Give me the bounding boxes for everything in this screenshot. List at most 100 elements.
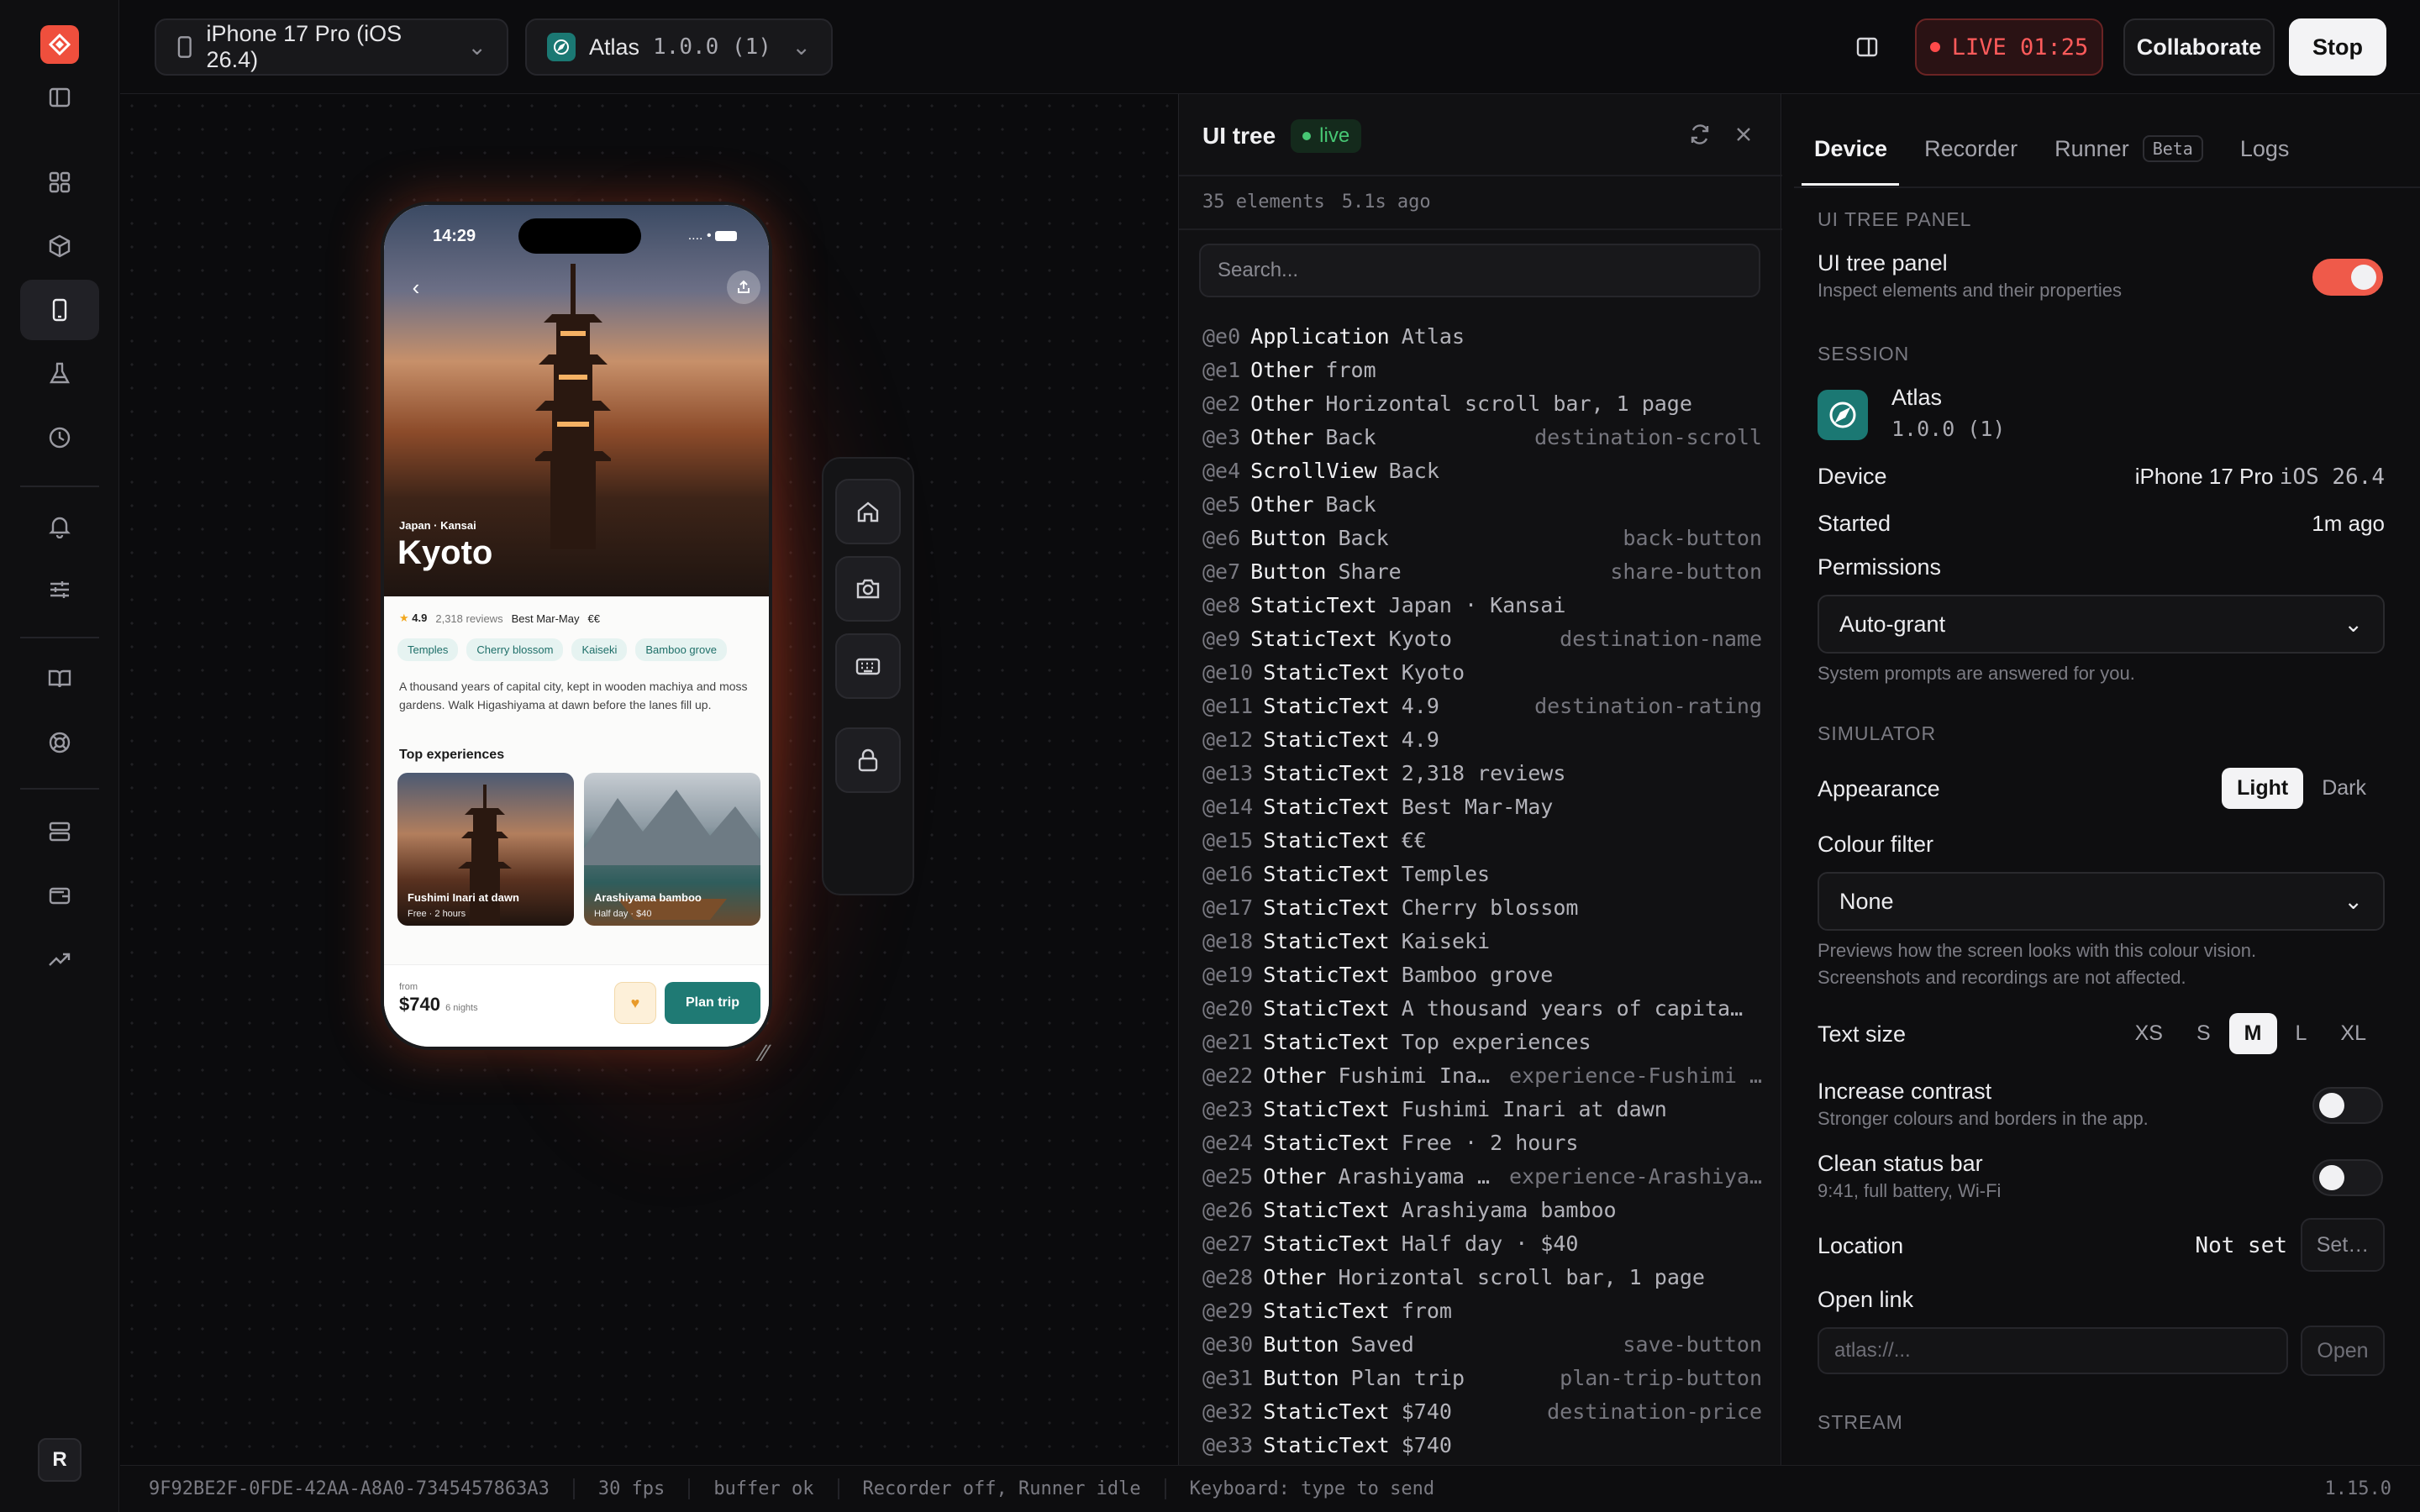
- tab-device[interactable]: Device: [1814, 136, 1887, 162]
- ui-tree-row[interactable]: @e13 StaticText 2,318 reviews: [1202, 756, 1762, 790]
- destination-name: Kyoto: [397, 534, 493, 571]
- ui-tree-row[interactable]: @e21 StaticText Top experiences: [1202, 1025, 1762, 1058]
- ui-tree-row[interactable]: @e22 Other Fushimi Inar… experience-Fushimi…: [1202, 1058, 1762, 1092]
- home-button[interactable]: [835, 479, 901, 544]
- device-dropdown[interactable]: iPhone 17 Pro (iOS 26.4) ⌄: [155, 18, 508, 76]
- ui-tree-row[interactable]: @e11 StaticText 4.9 destination-rating: [1202, 689, 1762, 722]
- tab-logs[interactable]: Logs: [2240, 136, 2290, 162]
- app-dropdown[interactable]: Atlas 1.0.0 (1) ⌄: [525, 18, 833, 76]
- wallet-icon[interactable]: [20, 865, 99, 926]
- ui-tree-row[interactable]: @e31 Button Plan trip plan-trip-button: [1202, 1361, 1762, 1394]
- ui-tree-row[interactable]: @e15 StaticText €€: [1202, 823, 1762, 857]
- ui-tree-row[interactable]: @e19 StaticText Bamboo grove: [1202, 958, 1762, 991]
- app-logo[interactable]: [40, 25, 79, 64]
- ui-tree-row[interactable]: @e8 StaticText Japan · Kansai: [1202, 588, 1762, 622]
- experience-card[interactable]: Fushimi Inari at dawn Free · 2 hours: [397, 773, 574, 926]
- stop-button[interactable]: Stop: [2289, 18, 2386, 76]
- ui-tree-row[interactable]: @e2 Other Horizontal scroll bar, 1 page: [1202, 386, 1762, 420]
- ui-tree-row[interactable]: @e6 Button Back back-button: [1202, 521, 1762, 554]
- ui-tree-row[interactable]: @e28 Other Horizontal scroll bar, 1 page: [1202, 1260, 1762, 1294]
- toggle-knob: [2319, 1165, 2344, 1190]
- tab-recorder[interactable]: Recorder: [1924, 136, 2018, 162]
- tag[interactable]: Bamboo grove: [635, 638, 727, 661]
- avatar[interactable]: R: [38, 1438, 82, 1482]
- support-icon[interactable]: [20, 712, 99, 773]
- phone-screen[interactable]: 14:29 .... • ‹ Japan · Kansai Kyoto ★ 4.…: [381, 202, 772, 1050]
- tag[interactable]: Cherry blossom: [466, 638, 564, 661]
- share-button[interactable]: [727, 270, 760, 304]
- ui-tree-row[interactable]: @e23 StaticText Fushimi Inari at dawn: [1202, 1092, 1762, 1126]
- tag[interactable]: Temples: [397, 638, 459, 661]
- collaborate-button[interactable]: Collaborate: [2123, 18, 2275, 76]
- ui-tree-row[interactable]: @e33 StaticText $740: [1202, 1428, 1762, 1462]
- text-size-xs[interactable]: XS: [2120, 1013, 2178, 1054]
- ui-tree-row[interactable]: @e12 StaticText 4.9: [1202, 722, 1762, 756]
- flask-icon[interactable]: [20, 344, 99, 404]
- dashboard-icon[interactable]: [20, 152, 99, 213]
- close-icon[interactable]: [1732, 123, 1755, 146]
- sidebar-toggle-icon[interactable]: [20, 67, 99, 128]
- panel-tabs: Device Recorder Runner Beta Logs: [1801, 111, 2289, 186]
- appearance-light[interactable]: Light: [2222, 768, 2304, 809]
- appearance-dark[interactable]: Dark: [2307, 768, 2381, 809]
- open-link-button[interactable]: Open: [2301, 1326, 2385, 1376]
- ui-tree-row[interactable]: @e1 Other from: [1202, 353, 1762, 386]
- keyboard-button[interactable]: [835, 633, 901, 699]
- save-button[interactable]: ♥: [614, 982, 656, 1024]
- plan-trip-button[interactable]: Plan trip: [665, 982, 760, 1024]
- ui-tree-row[interactable]: @e20 StaticText A thousand years of capita…: [1202, 991, 1762, 1025]
- colour-filter-select[interactable]: None ⌄: [1818, 872, 2385, 931]
- experience-card[interactable]: Arashiyama bamboo Half day · $40: [584, 773, 760, 926]
- ui-tree-panel-toggle[interactable]: [2312, 259, 2383, 296]
- text-size-m[interactable]: M: [2228, 1013, 2277, 1054]
- ui-tree-search-input[interactable]: Search...: [1199, 244, 1760, 297]
- device-icon[interactable]: [20, 280, 99, 340]
- refresh-icon[interactable]: [1688, 123, 1712, 146]
- ui-tree-row[interactable]: @e18 StaticText Kaiseki: [1202, 924, 1762, 958]
- ui-tree-row[interactable]: @e25 Other Arashiyama … experience-Arashiya…: [1202, 1159, 1762, 1193]
- session-id: 9F92BE2F-0FDE-42AA-A8A0-7345457863A3: [120, 1478, 575, 1499]
- book-icon[interactable]: [20, 648, 99, 709]
- row-label: $740: [1401, 1432, 1452, 1457]
- permissions-select[interactable]: Auto-grant ⌄: [1818, 595, 2385, 654]
- lock-button[interactable]: [835, 727, 901, 793]
- text-size-xl[interactable]: XL: [2325, 1013, 2381, 1054]
- ui-tree-row[interactable]: @e24 StaticText Free · 2 hours: [1202, 1126, 1762, 1159]
- ui-tree-row[interactable]: @e16 StaticText Temples: [1202, 857, 1762, 890]
- ui-tree-row[interactable]: @e26 StaticText Arashiyama bamboo: [1202, 1193, 1762, 1226]
- ui-tree-row[interactable]: @e27 StaticText Half day · $40: [1202, 1226, 1762, 1260]
- ui-tree-row[interactable]: @e5 Other Back: [1202, 487, 1762, 521]
- ui-tree-row[interactable]: @e14 StaticText Best Mar-May: [1202, 790, 1762, 823]
- screenshot-button[interactable]: [835, 556, 901, 622]
- resize-handle-icon[interactable]: ∕∕: [760, 1040, 768, 1067]
- live-timer-badge[interactable]: LIVE 01:25: [1915, 18, 2103, 76]
- ui-tree-row[interactable]: @e32 StaticText $740 destination-price: [1202, 1394, 1762, 1428]
- layout-toggle-icon[interactable]: [1839, 18, 1895, 76]
- ui-tree-row[interactable]: @e3 Other Back destination-scroll: [1202, 420, 1762, 454]
- server-icon[interactable]: [20, 801, 99, 862]
- text-size-l[interactable]: L: [2281, 1013, 2323, 1054]
- tag[interactable]: Kaiseki: [571, 638, 628, 661]
- package-icon[interactable]: [20, 216, 99, 276]
- sliders-icon[interactable]: [20, 559, 99, 620]
- ui-tree-row[interactable]: @e10 StaticText Kyoto: [1202, 655, 1762, 689]
- ui-tree-row[interactable]: @e30 Button Saved save-button: [1202, 1327, 1762, 1361]
- increase-contrast-toggle[interactable]: [2312, 1087, 2383, 1124]
- history-icon[interactable]: [20, 407, 99, 468]
- open-link-input[interactable]: atlas://...: [1818, 1327, 2288, 1374]
- ui-tree-row[interactable]: @e7 Button Share share-button: [1202, 554, 1762, 588]
- set-location-button[interactable]: Set…: [2301, 1218, 2385, 1272]
- ui-tree-row[interactable]: @e4 ScrollView Back: [1202, 454, 1762, 487]
- ui-tree-row[interactable]: @e0 Application Atlas: [1202, 319, 1762, 353]
- text-size-s[interactable]: S: [2181, 1013, 2226, 1054]
- clean-status-bar-toggle[interactable]: [2312, 1159, 2383, 1196]
- ui-tree-title: UI tree: [1202, 123, 1276, 149]
- back-button[interactable]: ‹: [399, 270, 433, 304]
- device-icon: [177, 36, 192, 58]
- tab-runner[interactable]: Runner Beta: [2054, 135, 2203, 162]
- bell-icon[interactable]: [20, 496, 99, 556]
- ui-tree-row[interactable]: @e17 StaticText Cherry blossom: [1202, 890, 1762, 924]
- trending-icon[interactable]: [20, 929, 99, 990]
- ui-tree-row[interactable]: @e29 StaticText from: [1202, 1294, 1762, 1327]
- ui-tree-row[interactable]: @e9 StaticText Kyoto destination-name: [1202, 622, 1762, 655]
